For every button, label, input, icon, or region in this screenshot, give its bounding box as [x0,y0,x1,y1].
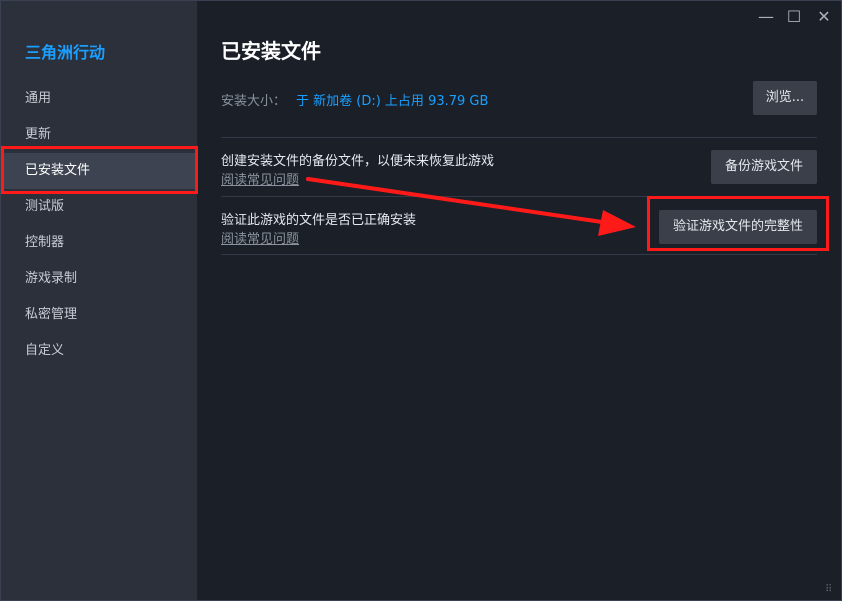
backup-row: 创建安装文件的备份文件，以便未来恢复此游戏 阅读常见问题 备份游戏文件 [221,138,817,196]
resize-grip-icon[interactable]: ⠿ [825,584,837,596]
verify-row: 验证此游戏的文件是否已正确安装 阅读常见问题 验证游戏文件的完整性 [221,197,817,255]
install-size-value: 于 新加卷 (D:) 上占用 93.79 GB [296,94,489,109]
page-title: 已安装文件 [221,39,321,63]
install-size-row: 安装大小： 于 新加卷 (D:) 上占用 93.79 GB 浏览... [221,81,817,115]
game-title: 三角洲行动 [25,43,106,62]
sidebar-item-customization[interactable]: 自定义 [1,333,197,369]
backup-faq-link[interactable]: 阅读常见问题 [221,169,299,188]
maximize-icon[interactable]: ☐ [783,7,805,27]
properties-window: 三角洲行动 通用 更新 已安装文件 测试版 控制器 游戏录制 私密管理 自定义 … [0,0,842,601]
verify-description: 验证此游戏的文件是否已正确安装 [221,213,417,228]
sidebar-item-updates[interactable]: 更新 [1,117,197,153]
install-size-label: 安装大小： [221,94,287,109]
verify-faq-link[interactable]: 阅读常见问题 [221,228,299,247]
browse-button[interactable]: 浏览... [753,81,817,115]
sidebar: 三角洲行动 通用 更新 已安装文件 测试版 控制器 游戏录制 私密管理 自定义 [1,1,197,600]
sidebar-item-controller[interactable]: 控制器 [1,225,197,261]
main-panel: 已安装文件 安装大小： 于 新加卷 (D:) 上占用 93.79 GB 浏览..… [197,1,841,600]
sidebar-nav: 通用 更新 已安装文件 测试版 控制器 游戏录制 私密管理 自定义 [1,81,197,369]
sidebar-item-installed-files[interactable]: 已安装文件 [1,153,197,189]
divider [221,254,817,255]
close-icon[interactable]: ✕ [813,7,835,27]
sidebar-item-general[interactable]: 通用 [1,81,197,117]
backup-game-files-button[interactable]: 备份游戏文件 [711,150,817,184]
verify-integrity-button[interactable]: 验证游戏文件的完整性 [659,210,817,244]
sidebar-item-game-recording[interactable]: 游戏录制 [1,261,197,297]
sidebar-item-betas[interactable]: 测试版 [1,189,197,225]
window-controls: — ☐ ✕ [751,1,841,33]
sidebar-item-privacy[interactable]: 私密管理 [1,297,197,333]
backup-description: 创建安装文件的备份文件，以便未来恢复此游戏 [221,154,495,169]
minimize-icon[interactable]: — [755,7,777,27]
